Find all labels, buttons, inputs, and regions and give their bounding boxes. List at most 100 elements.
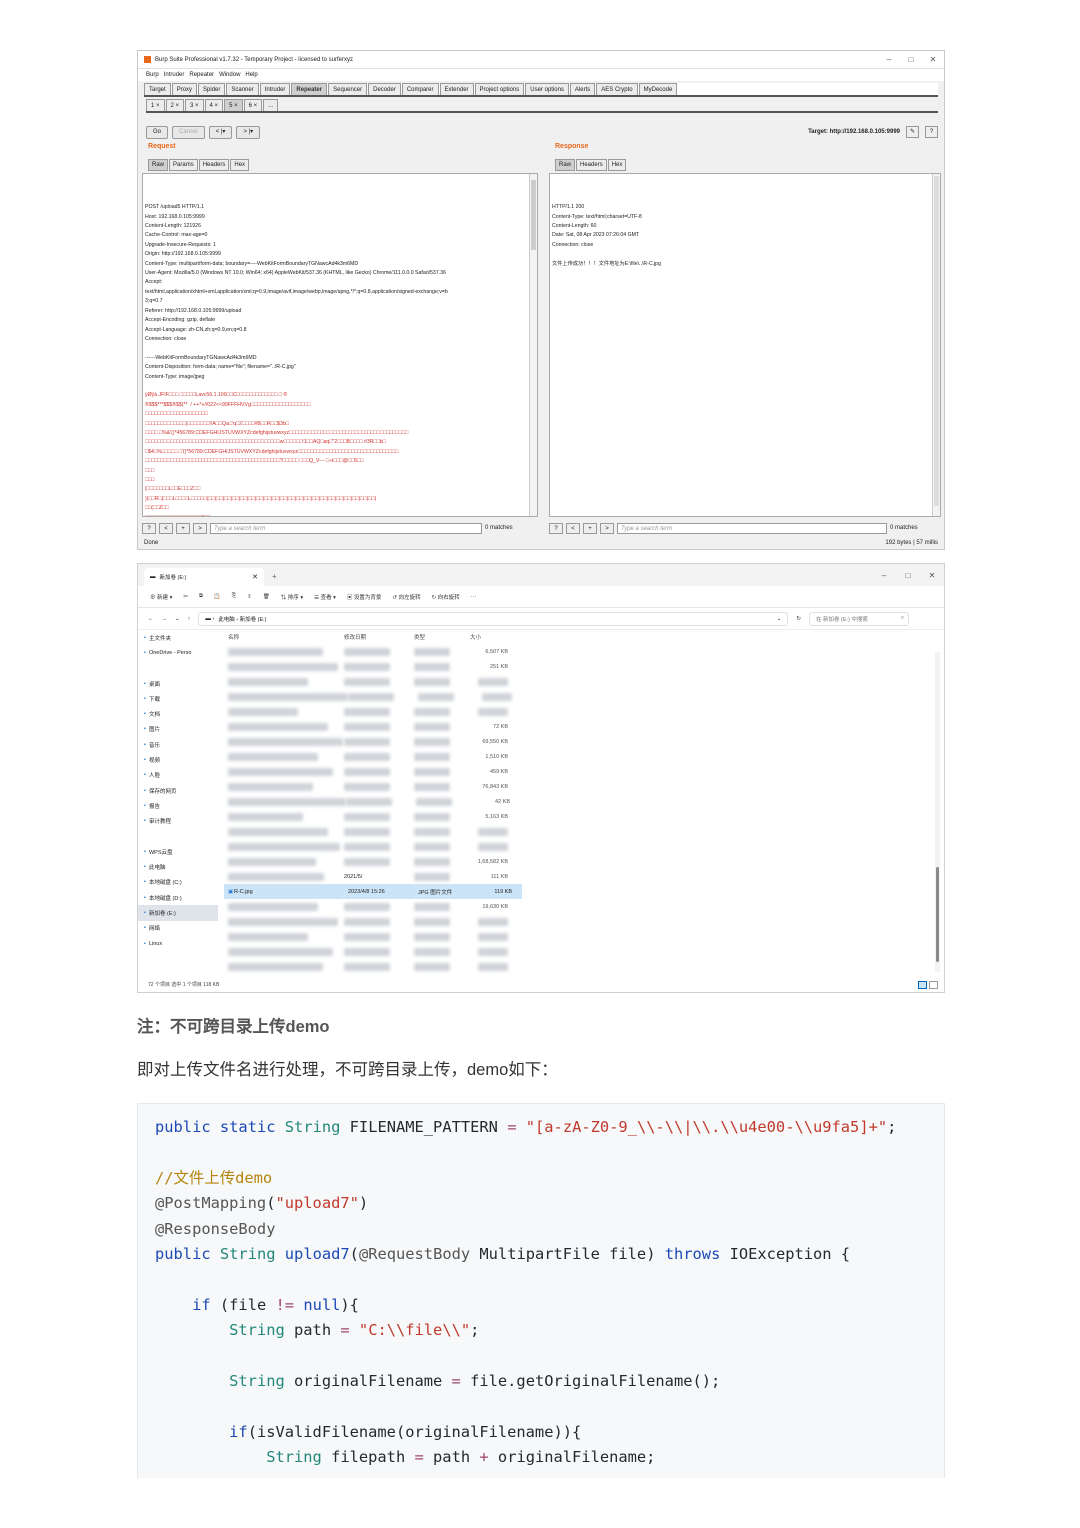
refresh-icon[interactable]: ↻ — [796, 616, 801, 622]
tab-intruder[interactable]: Intruder — [259, 83, 291, 95]
nav-item[interactable]: ▪ 下载 — [138, 691, 218, 706]
tab-target[interactable]: Target — [144, 83, 171, 95]
file-row[interactable]: 459 KB — [224, 764, 522, 779]
tab-aes-crypto[interactable]: AES Crypto — [596, 83, 638, 95]
forward-button[interactable]: > |▾ — [236, 125, 261, 139]
menu-item-intruder[interactable]: Intruder — [164, 72, 185, 78]
request-search-input[interactable]: Type a search term — [210, 522, 482, 534]
go-button[interactable]: Go — [146, 125, 169, 139]
search-input[interactable]: 在 新加卷 (E:) 中搜索 ⌕ — [808, 611, 909, 626]
file-row[interactable]: 42 KB — [224, 794, 522, 809]
minimize-icon[interactable]: – — [872, 571, 896, 580]
next-icon[interactable]: > — [600, 522, 614, 534]
paste-icon[interactable]: 📋 — [214, 594, 221, 600]
rotate-right-button[interactable]: ↻ 向右旋转 — [432, 593, 460, 601]
tab-repeater[interactable]: Repeater — [291, 83, 328, 95]
column-date[interactable]: 修改日期 — [344, 633, 414, 641]
column-size[interactable]: 大小 — [470, 633, 510, 641]
request-editor[interactable]: POST /upload5 HTTP/1.1 Host: 192.168.0.10… — [142, 173, 538, 517]
column-name[interactable]: 名称 — [224, 633, 344, 641]
menu-item-window[interactable]: Window — [219, 72, 240, 78]
nav-item[interactable]: ▪ 本地磁盘 (D:) — [138, 890, 218, 905]
file-row[interactable]: 251 KB — [224, 659, 522, 674]
address-bar[interactable]: ▬ › 此电脑 › 新加卷 (E:) ⌄ — [198, 611, 789, 626]
share-icon[interactable]: ⇪ — [247, 594, 252, 600]
file-row[interactable] — [224, 839, 522, 854]
file-row[interactable]: 19,630 KB — [224, 899, 522, 914]
nav-item[interactable]: ▪ 报告 — [138, 798, 218, 813]
tab-comparer[interactable]: Comparer — [401, 83, 439, 95]
back-arrow-icon[interactable]: ← — [148, 616, 154, 622]
file-row[interactable] — [224, 929, 522, 944]
nav-item[interactable]: ▪ 此电脑 — [138, 859, 218, 874]
response-scrollbar[interactable] — [932, 174, 940, 516]
tab-proxy[interactable]: Proxy — [171, 83, 198, 95]
forward-arrow-icon[interactable]: → — [162, 616, 168, 622]
menu-item-burp[interactable]: Burp — [146, 72, 159, 78]
repeater-subtab[interactable]: 1 × — [146, 99, 165, 111]
tab-scanner[interactable]: Scanner — [226, 83, 259, 95]
next-icon[interactable]: > — [193, 522, 207, 534]
response-tab-raw[interactable]: Raw — [555, 159, 576, 171]
repeater-subtab[interactable]: 2 × — [165, 99, 185, 111]
nav-item[interactable]: ▪ 审计教程 — [138, 814, 218, 829]
add-icon[interactable]: + — [176, 522, 190, 534]
file-row[interactable]: 2021/5/111 KB — [224, 869, 522, 884]
new-tab-icon[interactable]: + — [272, 572, 277, 581]
nav-item[interactable]: ▪ 新加卷 (E:) — [138, 905, 218, 921]
nav-item[interactable]: ▪ 主文件夹 — [138, 630, 218, 645]
nav-item[interactable]: ▪ 本地磁盘 (C:) — [138, 875, 218, 890]
more-button[interactable]: ··· — [471, 594, 477, 600]
view-button[interactable]: ☰ 查看 ▾ — [314, 593, 336, 601]
file-row[interactable] — [224, 704, 522, 719]
file-row[interactable]: 6,507 KB — [224, 644, 522, 659]
file-row[interactable] — [224, 914, 522, 929]
nav-item[interactable]: ▪ Linux — [138, 936, 218, 951]
request-tab-headers[interactable]: Headers — [198, 159, 230, 171]
file-row[interactable] — [224, 689, 522, 704]
minimize-icon[interactable]: – — [878, 55, 900, 64]
edit-target-icon[interactable]: ✎ — [906, 126, 919, 138]
file-row[interactable] — [224, 674, 522, 689]
help-icon[interactable]: ? — [142, 522, 156, 534]
cut-icon[interactable]: ✂ — [183, 594, 188, 600]
column-type[interactable]: 类型 — [414, 633, 470, 641]
repeater-subtab[interactable]: 5 × — [224, 99, 243, 111]
maximize-icon[interactable]: □ — [896, 571, 920, 580]
file-row[interactable] — [224, 959, 522, 974]
request-tab-raw[interactable]: Raw — [148, 159, 169, 171]
file-row[interactable]: 5,163 KB — [224, 809, 522, 824]
response-search-input[interactable]: Type a search term — [617, 522, 887, 534]
file-row[interactable]: 72 KB — [224, 719, 522, 734]
explorer-tab[interactable]: ▬ 新加卷 (E:) ✕ — [144, 568, 264, 586]
close-tab-icon[interactable]: ✕ — [252, 573, 258, 581]
nav-item[interactable]: ▪ 文档 — [138, 706, 218, 721]
menu-item-help[interactable]: Help — [245, 72, 257, 78]
file-row[interactable] — [224, 824, 522, 839]
nav-item[interactable]: ▪ WPS云盘 — [138, 844, 218, 859]
back-button[interactable]: < |▾ — [208, 125, 233, 139]
file-row[interactable] — [224, 944, 522, 959]
rotate-left-button[interactable]: ↺ 向左旋转 — [392, 593, 420, 601]
nav-item[interactable]: ▪ 保存的网页 — [138, 783, 218, 798]
tab-mydecode[interactable]: MyDecode — [638, 83, 678, 95]
nav-item[interactable]: ▪ 音乐 — [138, 737, 218, 752]
response-tab-hex[interactable]: Hex — [607, 159, 627, 171]
delete-icon[interactable]: 🗑 — [263, 594, 270, 600]
file-row[interactable]: 1,510 KB — [224, 749, 522, 764]
prev-icon[interactable]: < — [566, 522, 580, 534]
nav-item[interactable]: ▪ 桌面 — [138, 676, 218, 691]
repeater-subtab[interactable]: 6 × — [243, 99, 263, 111]
repeater-subtab[interactable]: 4 × — [204, 99, 224, 111]
cancel-button[interactable]: Cancel — [172, 125, 205, 139]
tab-sequencer[interactable]: Sequencer — [328, 83, 368, 95]
help-icon[interactable]: ? — [549, 522, 563, 534]
repeater-subtab[interactable]: 3 × — [185, 99, 204, 111]
tab-alerts[interactable]: Alerts — [569, 83, 596, 95]
nav-item[interactable]: ▪ 网络 — [138, 921, 218, 936]
add-icon[interactable]: + — [583, 522, 597, 534]
up-arrow-icon[interactable]: ↑ — [188, 616, 191, 622]
file-list-scrollbar[interactable] — [935, 652, 940, 972]
request-tab-params[interactable]: Params — [169, 159, 198, 171]
close-icon[interactable]: ✕ — [922, 55, 944, 64]
